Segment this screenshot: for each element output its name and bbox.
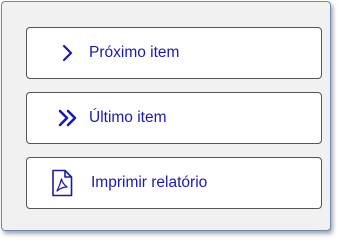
double-chevron-right-icon: [57, 106, 79, 130]
chevron-right-icon: [57, 41, 79, 65]
navigation-panel: Próximo item Último item Imprimir relató…: [1, 1, 331, 231]
print-report-label: Imprimir relatório: [91, 174, 208, 191]
next-item-label: Próximo item: [89, 44, 180, 61]
last-item-label: Último item: [89, 109, 167, 126]
pdf-file-icon: [51, 169, 73, 197]
last-item-button[interactable]: Último item: [26, 92, 322, 144]
next-item-button[interactable]: Próximo item: [26, 27, 322, 79]
print-report-button[interactable]: Imprimir relatório: [26, 157, 322, 209]
